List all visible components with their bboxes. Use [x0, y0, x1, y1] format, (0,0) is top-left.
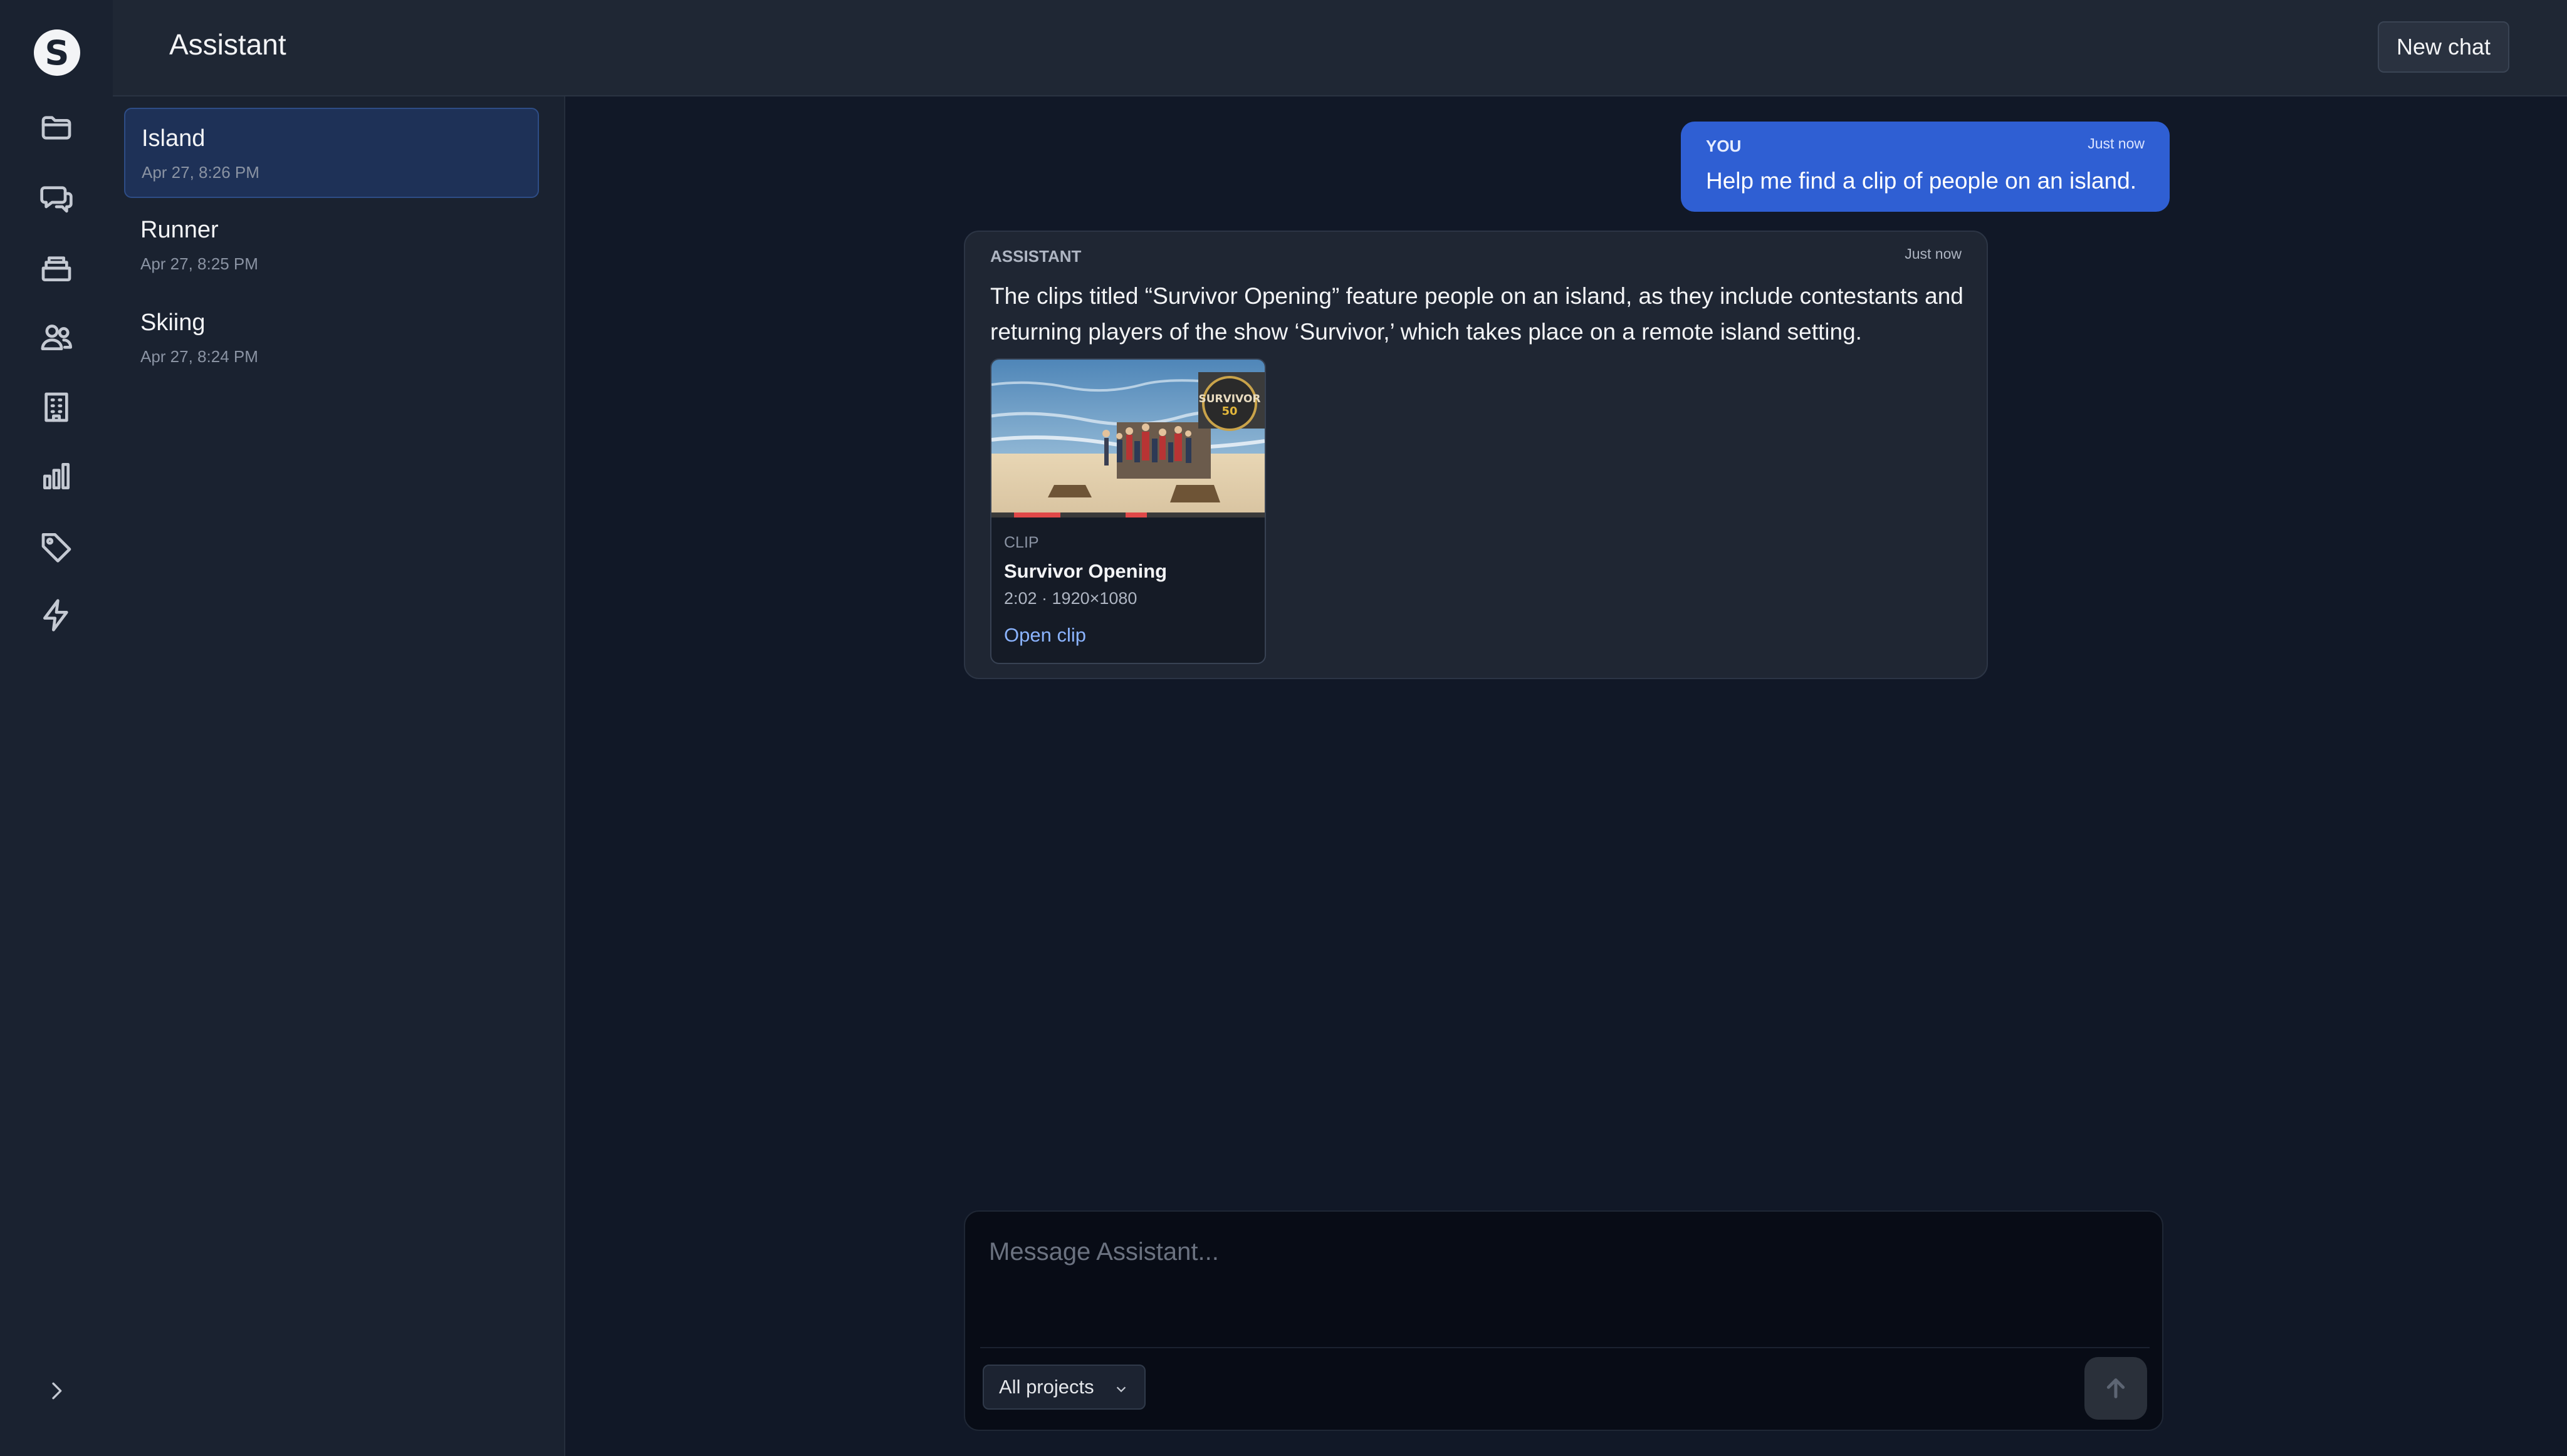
session-time: Apr 27, 8:26 PM	[142, 163, 259, 182]
archive-icon[interactable]	[36, 248, 76, 288]
project-scope-label: All projects	[999, 1376, 1094, 1398]
clip-type-label: CLIP	[1004, 534, 1039, 551]
arrow-up-icon	[2106, 1378, 2125, 1398]
tag-icon[interactable]	[36, 526, 76, 566]
app-logo[interactable]: S	[34, 29, 80, 76]
clip-thumbnail[interactable]: SURVIVOR 50	[991, 360, 1265, 517]
expand-sidebar-button[interactable]	[36, 1371, 76, 1411]
chevron-down-icon	[1116, 1386, 1126, 1393]
icon-rail: S	[0, 0, 114, 1456]
message-author: ASSISTANT	[990, 247, 1082, 266]
badge-text: SURVIVOR	[1198, 393, 1260, 405]
users-icon[interactable]	[36, 317, 76, 357]
message-time: Just now	[2088, 135, 2145, 152]
message-time: Just now	[1905, 246, 1962, 262]
bolt-icon[interactable]	[36, 595, 76, 635]
session-item[interactable]: Skiing Apr 27, 8:24 PM	[124, 293, 539, 383]
session-name: Island	[142, 125, 206, 152]
chat-history-panel: Island Apr 27, 8:26 PM Runner Apr 27, 8:…	[113, 96, 565, 1456]
message-text: Help me find a clip of people on an isla…	[1706, 168, 2136, 194]
top-header: Assistant New chat	[113, 0, 2567, 96]
building-icon[interactable]	[36, 387, 76, 427]
project-scope-select[interactable]: All projects	[983, 1365, 1146, 1410]
session-name: Runner	[140, 217, 219, 243]
page-title: Assistant	[169, 28, 286, 61]
clip-title: Survivor Opening	[1004, 560, 1168, 582]
chart-icon[interactable]	[36, 456, 76, 496]
user-message: YOU Just now Help me find a clip of peop…	[1681, 122, 2170, 212]
session-item[interactable]: Island Apr 27, 8:26 PM	[124, 108, 539, 198]
logo-letter: S	[44, 33, 70, 73]
chevron-right-icon	[52, 1382, 62, 1400]
session-time: Apr 27, 8:24 PM	[140, 347, 258, 366]
assistant-message: ASSISTANT Just now The clips titled “Sur…	[964, 231, 1988, 679]
chat-icon[interactable]	[36, 178, 76, 218]
clip-card[interactable]: SURVIVOR 50 CLIP Survivor Opening 2:02 ·…	[990, 358, 1266, 664]
send-button[interactable]	[2084, 1357, 2147, 1420]
message-input[interactable]	[989, 1233, 2142, 1271]
new-chat-button[interactable]: New chat	[2378, 21, 2509, 73]
badge-number: 50	[1221, 405, 1237, 418]
composer-divider	[980, 1347, 2150, 1348]
message-text: The clips titled “Survivor Opening” feat…	[990, 283, 1963, 345]
session-time: Apr 27, 8:25 PM	[140, 254, 258, 273]
session-item[interactable]: Runner Apr 27, 8:25 PM	[124, 200, 539, 291]
message-author: YOU	[1706, 137, 1742, 155]
folder-icon[interactable]	[36, 108, 76, 148]
session-name: Skiing	[140, 309, 206, 336]
chat-area: YOU Just now Help me find a clip of peop…	[565, 96, 2567, 1456]
clip-meta: 2:02 · 1920×1080	[1004, 589, 1137, 608]
open-clip-link[interactable]: Open clip	[1004, 624, 1086, 647]
message-composer: All projects	[964, 1210, 2163, 1431]
